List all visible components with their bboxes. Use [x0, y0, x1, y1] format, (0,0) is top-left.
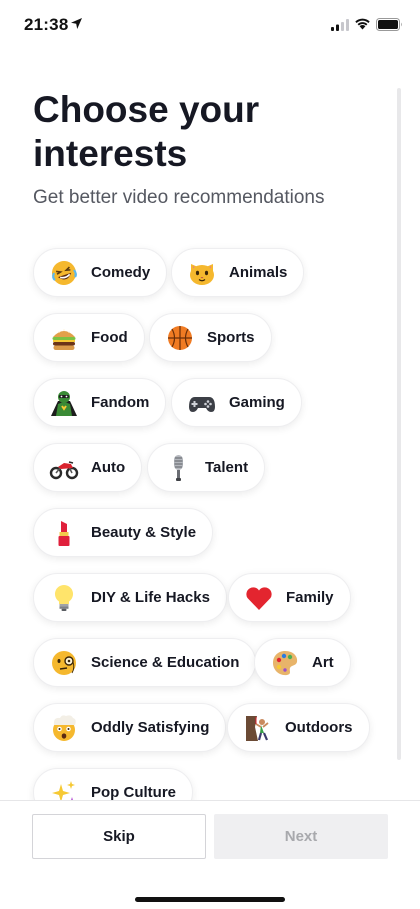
interest-chip-family[interactable]: Family [228, 573, 351, 622]
lipstick-icon [49, 518, 79, 548]
interest-label: Talent [205, 459, 249, 476]
rock-climbing-icon [243, 713, 273, 743]
interest-label: Beauty & Style [91, 524, 197, 541]
interest-chip-comedy[interactable]: Comedy [33, 248, 168, 297]
sparkles-icon [49, 778, 79, 800]
interest-chip-fandom[interactable]: Fandom [33, 378, 167, 427]
basketball-icon [165, 323, 195, 353]
interest-chip-beauty-style[interactable]: Beauty & Style [33, 508, 214, 557]
interest-chip-sports[interactable]: Sports [149, 313, 272, 362]
interest-label: Oddly Satisfying [91, 719, 210, 736]
interest-chip-outdoors[interactable]: Outdoors [227, 703, 370, 752]
monocle-face-icon [49, 648, 79, 678]
heart-icon [244, 583, 274, 613]
interest-chip-food[interactable]: Food [33, 313, 145, 362]
interest-chip-gaming[interactable]: Gaming [171, 378, 302, 427]
laughing-face-icon [49, 258, 79, 288]
interest-list: Comedy Animals Food Sports Fandom Gaming… [0, 0, 420, 800]
interest-label: Family [286, 589, 334, 606]
interest-chip-art[interactable]: Art [254, 638, 351, 687]
microphone-icon [163, 453, 193, 483]
light-bulb-icon [49, 583, 79, 613]
interest-chip-auto[interactable]: Auto [33, 443, 143, 492]
skip-button[interactable]: Skip [32, 814, 206, 859]
motorcycle-icon [49, 453, 79, 483]
game-controller-icon [187, 388, 217, 418]
bottom-action-bar: Skip Next [0, 800, 420, 909]
interest-chip-talent[interactable]: Talent [147, 443, 266, 492]
interest-label: Gaming [229, 394, 285, 411]
interest-label: Animals [229, 264, 288, 281]
interest-label: Comedy [91, 264, 151, 281]
cat-face-icon [187, 258, 217, 288]
interest-chip-science-education[interactable]: Science & Education [33, 638, 257, 687]
interest-label: Science & Education [91, 654, 240, 671]
interest-label: DIY & Life Hacks [91, 589, 210, 606]
interest-label: Pop Culture [91, 784, 176, 800]
superhero-icon [49, 388, 79, 418]
interest-label: Sports [207, 329, 255, 346]
exploding-head-icon [49, 713, 79, 743]
interest-chip-oddly-satisfying[interactable]: Oddly Satisfying [33, 703, 227, 752]
interest-label: Fandom [91, 394, 150, 411]
interest-chip-animals[interactable]: Animals [171, 248, 305, 297]
burger-icon [49, 323, 79, 353]
interest-label: Art [312, 654, 334, 671]
interest-label: Auto [91, 459, 126, 476]
home-indicator[interactable] [135, 897, 285, 902]
palette-icon [270, 648, 300, 678]
next-button[interactable]: Next [214, 814, 388, 859]
interest-label: Food [91, 329, 128, 346]
interest-chip-diy-life-hacks[interactable]: DIY & Life Hacks [33, 573, 227, 622]
interest-chip-pop-culture[interactable]: Pop Culture [33, 768, 193, 800]
interest-label: Outdoors [285, 719, 353, 736]
